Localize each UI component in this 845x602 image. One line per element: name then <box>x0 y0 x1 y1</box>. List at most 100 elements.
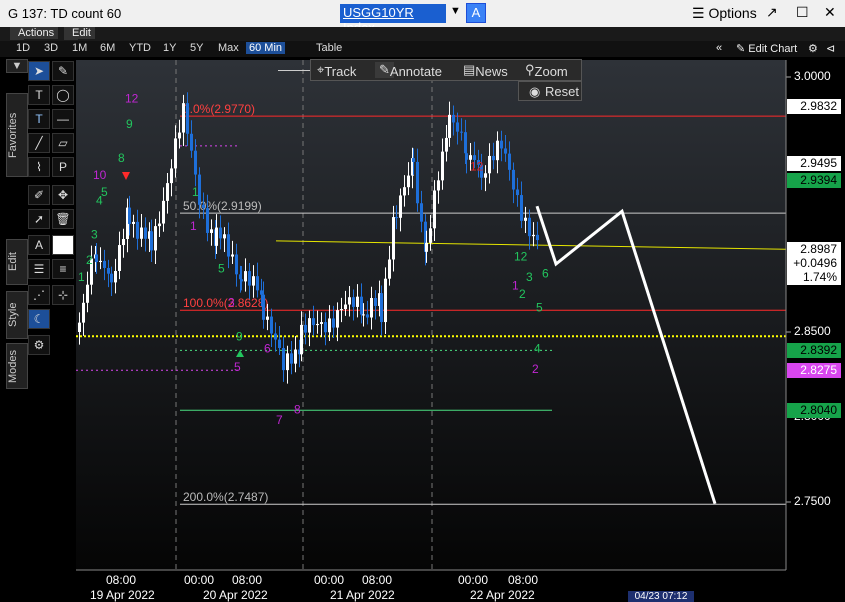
range-5y[interactable]: 5Y <box>190 42 203 54</box>
candle-body <box>484 173 487 178</box>
candle-body <box>456 122 459 132</box>
range-6m[interactable]: 6M <box>100 42 115 54</box>
options-label: Options <box>708 5 757 21</box>
candle-body <box>469 155 472 160</box>
td-count-label: 2 <box>532 362 539 376</box>
candle-body <box>122 238 125 246</box>
candle-body <box>448 114 451 138</box>
ticker-field[interactable]: USGG10YR Index <box>340 4 446 35</box>
table-button[interactable]: Table <box>316 42 342 54</box>
hline-tool-icon[interactable]: — <box>52 109 74 129</box>
actions-menu[interactable]: Actions ▾ <box>10 27 59 40</box>
edit-menu[interactable]: Edit ▾ <box>64 27 95 40</box>
candle-body <box>316 323 319 326</box>
candle-body <box>304 324 307 333</box>
candle-body <box>198 174 201 205</box>
move-tool-icon[interactable]: ✥ <box>52 185 74 205</box>
collapse-icon[interactable]: « <box>716 42 722 54</box>
tab-edit[interactable]: Edit <box>6 239 28 285</box>
palette-settings-icon[interactable]: ⚙ <box>28 335 50 355</box>
price-label: 2.8987 <box>787 242 841 258</box>
options-button[interactable]: ☰ Options <box>692 5 757 22</box>
price-label-icon[interactable]: P <box>52 157 74 177</box>
candle-body <box>103 260 106 268</box>
candle-body <box>536 234 539 241</box>
palette-collapse-icon[interactable]: ▼ <box>6 59 28 73</box>
candle-body <box>252 276 255 286</box>
edit-chart-button[interactable]: ✎ Edit Chart <box>736 42 797 55</box>
candle-body <box>441 151 444 181</box>
price-chart[interactable]: 0.0%(2.9770) 50.0%(2.9199) 100.0%(2.8628) 2… <box>0 0 845 602</box>
font-style-icon[interactable]: A <box>28 235 50 255</box>
annotate-button[interactable]: ✎ Annotate <box>375 62 442 79</box>
line-weight-icon[interactable]: ☰ <box>28 259 50 279</box>
magnet-mode-icon[interactable]: ⊹ <box>52 285 74 305</box>
ellipse-tool-icon[interactable]: ◯ <box>52 85 74 105</box>
interval-selector[interactable]: 60 Min <box>246 42 286 54</box>
candle-body <box>388 259 391 279</box>
range-max[interactable]: Max <box>218 42 239 54</box>
news-button[interactable]: ▤ News <box>463 62 508 79</box>
zoom-button[interactable]: ⚲ Zoom <box>525 62 568 79</box>
popout-icon[interactable]: ↗ <box>766 4 778 21</box>
candle-body <box>416 161 419 204</box>
ticker-dropdown-icon[interactable]: ▼ <box>450 5 461 17</box>
candle-body <box>429 228 432 243</box>
close-icon[interactable]: ✕ <box>824 4 836 21</box>
pointer-tool-icon[interactable]: ➤ <box>28 61 50 81</box>
candle-body <box>520 195 523 221</box>
share-icon[interactable]: ⊲ <box>826 42 835 55</box>
candle-body <box>256 276 259 291</box>
settings-icon[interactable]: ⚙ <box>808 42 818 55</box>
crosshair-mode-icon[interactable]: ☾ <box>28 309 50 329</box>
range-ytd[interactable]: YTD <box>129 42 151 54</box>
candle-body <box>78 322 81 332</box>
candle-body <box>82 302 85 323</box>
sell-arrow-icon <box>122 172 130 180</box>
range-1m[interactable]: 1M <box>72 42 87 54</box>
zoom-label: Zoom <box>534 64 568 79</box>
candle-body <box>500 140 503 149</box>
window-title: G 137: TD count 60 <box>8 6 122 21</box>
select-tool-icon[interactable]: ➚ <box>28 209 50 229</box>
track-button[interactable]: ⌖ Track <box>317 62 356 79</box>
tab-favorites[interactable]: Favorites <box>6 93 28 177</box>
candle-body <box>190 133 193 151</box>
reset-button[interactable]: ◉ Reset <box>518 81 582 101</box>
range-1d[interactable]: 1D <box>16 42 30 54</box>
annotate-label: Annotate <box>389 64 442 79</box>
candle-body <box>202 204 205 209</box>
maximize-icon[interactable]: ☐ <box>796 4 809 21</box>
candle-body <box>403 187 406 196</box>
tab-style[interactable]: Style <box>6 291 28 339</box>
polyline-tool-icon[interactable]: ⌇ <box>28 157 50 177</box>
candle-body <box>148 231 151 239</box>
td-count-label: 1 <box>78 270 85 284</box>
ticker-a-button[interactable]: A <box>466 3 486 23</box>
candle-body <box>420 203 423 222</box>
candle-body <box>312 318 315 326</box>
edit-chart-label: Edit Chart <box>748 43 798 55</box>
candle-body <box>348 297 351 305</box>
text-tool-icon[interactable]: T <box>28 109 50 129</box>
tab-modes[interactable]: Modes <box>6 343 28 389</box>
range-3d[interactable]: 3D <box>44 42 58 54</box>
range-1y[interactable]: 1Y <box>163 42 176 54</box>
candle-body <box>370 297 373 318</box>
candle-body <box>214 229 217 246</box>
draw-tool-icon[interactable]: ✐ <box>28 185 50 205</box>
price-label: 2.8040 <box>787 403 841 419</box>
candle-body <box>356 296 359 307</box>
td-count-label: 12 <box>125 92 139 106</box>
candle-body <box>150 231 153 251</box>
candle-body <box>452 114 455 123</box>
color-swatch-icon[interactable] <box>52 235 74 255</box>
price-label: 2.9495 <box>787 155 841 171</box>
pen-tool-icon[interactable]: ✎ <box>52 61 74 81</box>
text-format-icon[interactable]: T <box>28 85 50 105</box>
delete-icon[interactable]: 🗑 <box>52 209 74 229</box>
dotted-mode-icon[interactable]: ⋰ <box>28 285 50 305</box>
channel-tool-icon[interactable]: ▱ <box>52 133 74 153</box>
line-style-icon[interactable]: ≡ <box>52 259 74 279</box>
trend-line-icon[interactable]: ╱ <box>28 133 50 153</box>
